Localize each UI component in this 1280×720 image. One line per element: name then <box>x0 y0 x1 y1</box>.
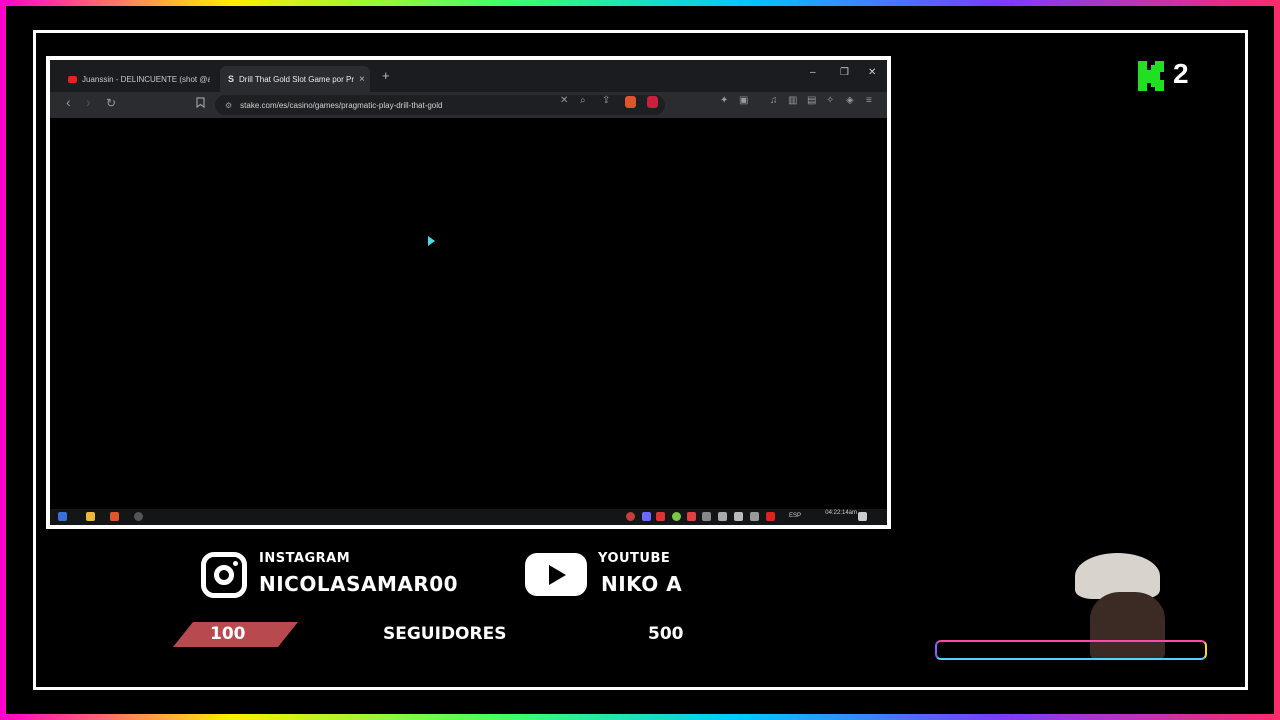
sidebar-icon[interactable]: ▥ <box>788 95 797 106</box>
webcam-feed <box>935 465 1207 660</box>
youtube-icon <box>525 553 587 596</box>
instagram-icon <box>201 552 247 598</box>
instagram-label: INSTAGRAM <box>259 551 351 566</box>
extensions-icon[interactable]: ✦ <box>720 95 728 106</box>
followers-goal: 500 <box>648 624 684 644</box>
address-bar[interactable]: ⚙ stake.com/es/casino/games/pragmatic-pl… <box>215 95 665 115</box>
wallet-icon[interactable]: ▣ <box>739 95 748 106</box>
webcam-glow-border <box>935 640 1207 660</box>
site-settings-icon[interactable]: ⚙ <box>225 101 232 110</box>
tab-label: Juanssin - DELINCUENTE (shot @arte <box>82 74 210 84</box>
instagram-handle: NICOLASAMAR00 <box>259 572 459 596</box>
youtube-favicon-icon <box>68 75 77 83</box>
volume-icon[interactable] <box>734 512 743 521</box>
tab-close-icon[interactable]: × <box>359 74 365 85</box>
tray-icon[interactable] <box>626 512 635 521</box>
page-content[interactable] <box>50 118 887 509</box>
tab-bar: Juanssin - DELINCUENTE (shot @arte S Dri… <box>50 60 887 92</box>
share-icon[interactable]: ⇪ <box>602 95 610 106</box>
browser-toolbar: ‹ › ↻ ⚙ stake.com/es/casino/games/pragma… <box>50 92 887 118</box>
wallet-2-icon[interactable]: ▤ <box>807 95 816 106</box>
reader-off-icon[interactable]: ✕ <box>560 95 568 106</box>
back-button[interactable]: ‹ <box>66 95 71 109</box>
start-icon[interactable] <box>58 512 67 521</box>
taskbar-clock[interactable]: 04:22:14am <box>825 509 857 517</box>
followers-label: SEGUIDORES <box>383 624 507 644</box>
reload-button[interactable]: ↻ <box>106 96 116 110</box>
zoom-icon[interactable]: ⌕ <box>580 95 586 106</box>
close-window-button[interactable]: ✕ <box>868 67 876 78</box>
logo-number: 2 <box>1173 58 1189 89</box>
brave-rewards-icon[interactable] <box>647 96 658 108</box>
leo-icon[interactable]: ✧ <box>826 95 834 106</box>
brave-taskbar-icon[interactable] <box>110 512 119 521</box>
language-indicator[interactable]: ESP <box>789 513 801 519</box>
tab-stake[interactable]: S Drill That Gold Slot Game por Pr × <box>220 66 370 92</box>
notifications-icon[interactable] <box>858 512 867 521</box>
mic-icon[interactable] <box>718 512 727 521</box>
tab-label: Drill That Gold Slot Game por Pr <box>239 74 355 84</box>
minimize-button[interactable]: – <box>810 67 816 78</box>
tab-youtube[interactable]: Juanssin - DELINCUENTE (shot @arte <box>60 66 210 92</box>
windows-taskbar: ESP 04:22:14am <box>50 509 887 525</box>
wifi-icon[interactable] <box>750 512 759 521</box>
menu-icon[interactable]: ≡ <box>866 95 872 106</box>
forward-button[interactable]: › <box>86 95 91 109</box>
youtube-handle: NIKO A <box>601 572 683 596</box>
settings-taskbar-icon[interactable] <box>134 512 143 521</box>
restore-button[interactable]: ❐ <box>840 67 849 78</box>
tray-icon-2[interactable] <box>687 512 696 521</box>
browser-window: Juanssin - DELINCUENTE (shot @arte S Dri… <box>46 56 891 529</box>
stake-favicon-icon: S <box>228 74 235 84</box>
tray-icon-green[interactable] <box>672 512 681 521</box>
kick-logo-icon <box>1138 61 1164 91</box>
tray-icon-3[interactable] <box>766 512 775 521</box>
url-text: stake.com/es/casino/games/pragmatic-play… <box>240 100 443 110</box>
vpn-icon[interactable]: ◈ <box>846 95 854 106</box>
mouse-cursor-icon <box>428 236 435 246</box>
media-icon[interactable]: ♫ <box>770 95 778 106</box>
youtube-label: YOUTUBE <box>598 551 671 566</box>
file-explorer-icon[interactable] <box>86 512 95 521</box>
usb-icon[interactable] <box>702 512 711 521</box>
brave-shield-icon[interactable] <box>625 96 636 108</box>
bookmark-icon[interactable] <box>196 97 205 112</box>
followers-current: 100 <box>210 624 246 644</box>
discord-tray-icon[interactable] <box>642 512 651 521</box>
plus-icon[interactable]: + <box>382 68 390 83</box>
tray-icon-red[interactable] <box>656 512 665 521</box>
